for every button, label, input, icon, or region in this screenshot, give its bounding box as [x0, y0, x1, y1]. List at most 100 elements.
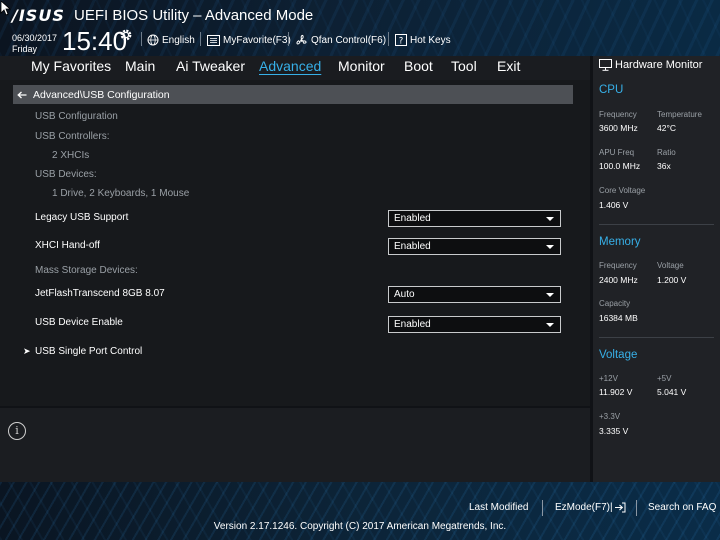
date-text: 06/30/2017	[12, 33, 58, 43]
search-faq-label: Search on FAQ	[648, 502, 717, 513]
myfavorite-label: MyFavorite(F3)	[223, 34, 291, 46]
v5-value: 5.041 V	[657, 387, 687, 397]
menu-tool[interactable]: Tool	[451, 58, 477, 74]
menu-boot[interactable]: Boot	[404, 58, 433, 74]
cpu-frequency-label: Frequency	[599, 110, 637, 119]
usb-device-enable-label: USB Device Enable	[35, 317, 123, 328]
jetflash-value: Auto	[394, 289, 415, 300]
memory-section-title: Memory	[599, 236, 641, 248]
ezmode-label: EzMode(F7)|	[555, 502, 613, 513]
exit-arrow-icon	[614, 502, 626, 513]
footer-divider	[542, 500, 543, 516]
settings-panel: Advanced\USB Configuration USB Configura…	[0, 80, 590, 406]
copyright-text: Version 2.17.1246. Copyright (C) 2017 Am…	[213, 521, 507, 532]
language-button[interactable]: English	[147, 32, 195, 48]
qfan-control-button[interactable]: Qfan Control(F6)	[295, 32, 386, 48]
xhci-handoff-dropdown[interactable]: Enabled	[388, 238, 561, 255]
question-icon: ?	[395, 34, 407, 46]
cpu-ratio-label: Ratio	[657, 148, 676, 157]
svg-text:?: ?	[399, 36, 404, 46]
hot-keys-button[interactable]: ? Hot Keys	[395, 32, 451, 48]
v33-label: +3.3V	[599, 412, 621, 421]
monitor-icon	[599, 59, 612, 71]
header-divider	[141, 32, 142, 46]
jetflash-label: JetFlashTranscend 8GB 8.07	[35, 288, 165, 299]
apu-freq-label: APU Freq	[599, 148, 635, 157]
top-header: /ISUS UEFI BIOS Utility – Advanced Mode …	[0, 0, 720, 56]
myfavorite-button[interactable]: MyFavorite(F3)	[207, 32, 291, 48]
info-icon: i	[8, 422, 26, 440]
v5-label: +5V	[657, 374, 672, 383]
usb-controllers-label: USB Controllers:	[35, 131, 110, 142]
menu-advanced[interactable]: Advanced	[259, 58, 321, 74]
header-divider	[388, 32, 389, 46]
back-arrow-icon[interactable]	[17, 91, 27, 99]
xhci-handoff-label: XHCI Hand-off	[35, 240, 100, 251]
menu-monitor[interactable]: Monitor	[338, 58, 385, 74]
favorite-list-icon	[207, 34, 220, 46]
language-label: English	[162, 34, 195, 46]
breadcrumb-path: Advanced\USB Configuration	[33, 88, 170, 101]
memory-capacity-label: Capacity	[599, 299, 631, 308]
dropdown-caret-icon	[546, 323, 554, 327]
section-divider	[599, 337, 714, 338]
memory-voltage-value: 1.200 V	[657, 275, 687, 285]
globe-icon	[147, 34, 159, 46]
page-title: UEFI BIOS Utility – Advanced Mode	[74, 7, 314, 24]
search-faq-button[interactable]: Search on FAQ	[648, 502, 716, 513]
gear-icon[interactable]	[119, 28, 133, 42]
v12-label: +12V	[599, 374, 618, 383]
v33-value: 3.335 V	[599, 426, 629, 436]
xhci-handoff-value: Enabled	[394, 241, 431, 252]
last-modified-button[interactable]: Last Modified	[469, 502, 528, 513]
menu-exit[interactable]: Exit	[497, 58, 520, 74]
jetflash-dropdown[interactable]: Auto	[388, 286, 561, 303]
section-heading: USB Configuration	[35, 111, 118, 122]
usb-device-enable-value: Enabled	[394, 319, 431, 330]
menu-main[interactable]: Main	[125, 58, 155, 74]
dropdown-caret-icon	[546, 217, 554, 221]
usb-controllers-value: 2 XHCIs	[52, 150, 90, 161]
cpu-temperature-value: 42°C	[657, 123, 676, 133]
apu-freq-value: 100.0 MHz	[599, 161, 641, 171]
memory-frequency-value: 2400 MHz	[599, 275, 638, 285]
cpu-ratio-value: 36x	[657, 161, 671, 171]
last-modified-label: Last Modified	[469, 502, 529, 513]
asus-logo: /ISUS	[12, 6, 65, 25]
submenu-arrow-icon: ➤	[23, 347, 31, 357]
dropdown-caret-icon	[546, 293, 554, 297]
header-divider	[288, 32, 289, 46]
date-block: 06/30/2017 Friday	[12, 33, 57, 55]
legacy-usb-label: Legacy USB Support	[35, 212, 129, 223]
hardware-monitor-header: Hardware Monitor	[599, 59, 702, 71]
usb-devices-value: 1 Drive, 2 Keyboards, 1 Mouse	[52, 188, 190, 199]
cpu-temperature-label: Temperature	[657, 110, 702, 119]
header-divider	[200, 32, 201, 46]
menu-ai-tweaker[interactable]: Ai Tweaker	[176, 58, 245, 74]
v12-value: 11.902 V	[599, 387, 633, 397]
core-voltage-value: 1.406 V	[599, 200, 629, 210]
day-text: Friday	[12, 44, 38, 54]
qfan-label: Qfan Control(F6)	[311, 34, 387, 46]
footer-divider	[636, 500, 637, 516]
fan-icon	[296, 34, 307, 44]
voltage-section-title: Voltage	[599, 349, 638, 361]
main-menu-bar: My Favorites Main Ai Tweaker Advanced Mo…	[0, 56, 590, 80]
footer-bar: Last Modified EzMode(F7)| Search on FAQ …	[0, 482, 720, 540]
mouse-cursor-icon	[0, 0, 12, 16]
usb-single-port-control-link[interactable]: USB Single Port Control	[35, 346, 142, 357]
mass-storage-label: Mass Storage Devices:	[35, 265, 138, 276]
section-divider	[599, 224, 714, 225]
usb-device-enable-dropdown[interactable]: Enabled	[388, 316, 561, 333]
hardware-monitor-panel: Hardware Monitor CPU Frequency Temperatu…	[593, 56, 720, 482]
dropdown-caret-icon	[546, 245, 554, 249]
cpu-section-title: CPU	[599, 84, 624, 96]
usb-devices-label: USB Devices:	[35, 169, 97, 180]
ezmode-button[interactable]: EzMode(F7)|	[555, 502, 626, 513]
menu-my-favorites[interactable]: My Favorites	[31, 58, 111, 74]
clock: 15:40	[62, 26, 128, 56]
core-voltage-label: Core Voltage	[599, 186, 646, 195]
breadcrumb[interactable]: Advanced\USB Configuration	[13, 85, 573, 104]
legacy-usb-dropdown[interactable]: Enabled	[388, 210, 561, 227]
hot-keys-label: Hot Keys	[410, 34, 451, 46]
